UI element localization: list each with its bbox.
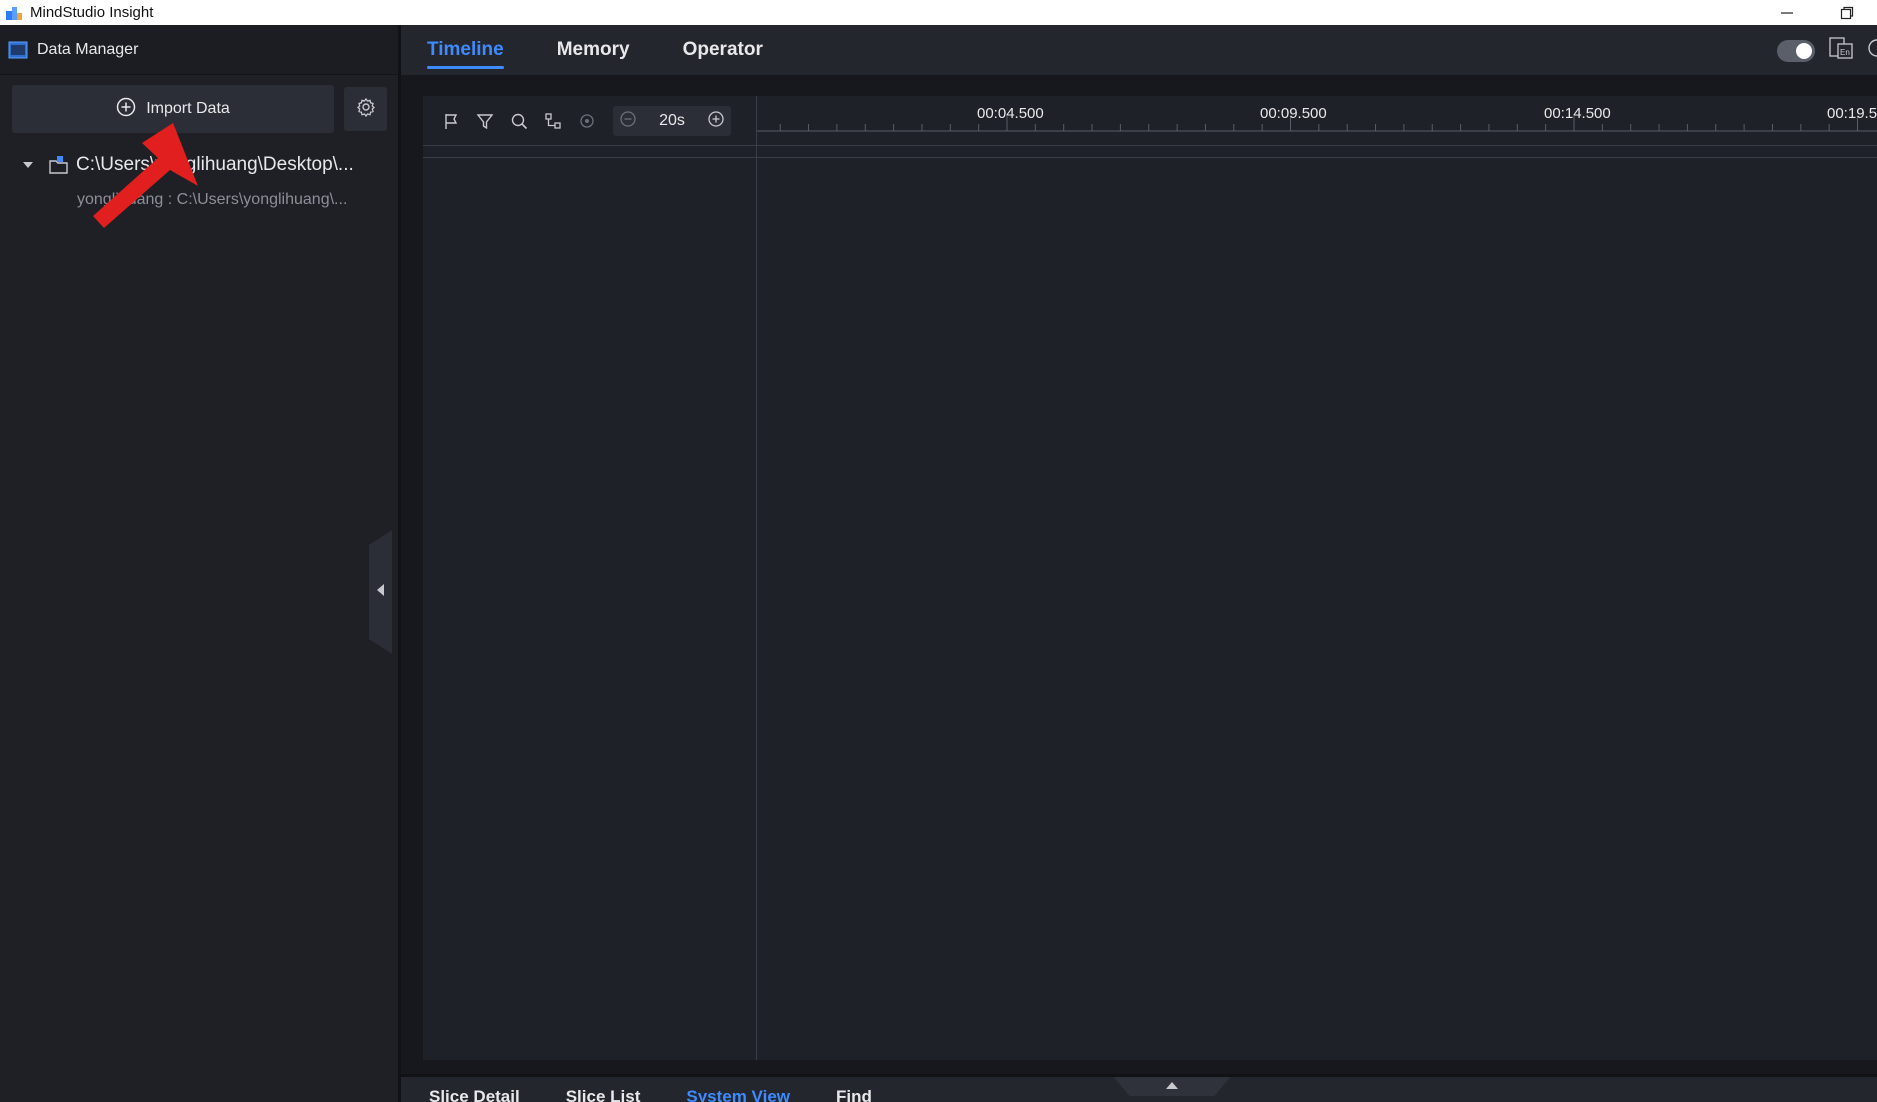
collapse-sidebar-handle[interactable] (369, 530, 392, 654)
zoom-in-icon[interactable] (707, 110, 725, 133)
data-manager-sidebar: Data Manager Import Data C:\Users\yongli… (0, 25, 401, 1102)
timeline-left-divider[interactable] (756, 96, 757, 1060)
timeline-panel: 20s 00:04.500 00:09.500 00:14.500 00:19.… (423, 96, 1877, 1060)
ruler-label: 00:04.500 (977, 105, 1044, 122)
tab-timeline[interactable]: Timeline (427, 25, 504, 75)
reset-icon[interactable] (575, 109, 599, 133)
search-icon[interactable] (507, 109, 531, 133)
tab-memory[interactable]: Memory (557, 25, 630, 75)
minimize-icon[interactable] (1757, 0, 1817, 25)
zoom-value: 20s (659, 112, 685, 129)
add-circle-icon (116, 97, 136, 122)
main-tabs: Timeline Memory Operator En (401, 25, 1877, 75)
tree-sub-item[interactable]: yonglihuang : C:\Users\yonglihuang\... (77, 191, 347, 209)
expand-bottom-handle[interactable] (1113, 1077, 1231, 1096)
folder-icon (48, 155, 70, 175)
tree-root-path: C:\Users\yonglihuang\Desktop\... (76, 154, 354, 175)
zoom-control: 20s (613, 106, 731, 136)
ruler-label: 00:14.500 (1544, 105, 1611, 122)
svg-text:En: En (1840, 48, 1850, 57)
tab-system-view[interactable]: System View (686, 1087, 790, 1102)
expand-up-icon (1164, 1077, 1180, 1095)
restore-icon[interactable] (1817, 0, 1877, 25)
tree-root-item[interactable]: C:\Users\yonglihuang\Desktop\... (22, 151, 354, 179)
data-manager-icon (8, 41, 28, 59)
tab-operator[interactable]: Operator (683, 25, 763, 75)
zoom-out-icon[interactable] (619, 110, 637, 133)
tab-find[interactable]: Find (836, 1087, 872, 1102)
window-title: MindStudio Insight (30, 4, 154, 21)
ruler-label: 00:09.500 (1260, 105, 1327, 122)
theme-toggle[interactable] (1777, 39, 1815, 62)
time-ruler[interactable]: 00:04.500 00:09.500 00:14.500 00:19.5 (757, 96, 1877, 146)
timeline-toolbar: 20s 00:04.500 00:09.500 00:14.500 00:19.… (423, 96, 1877, 146)
more-icon[interactable] (1867, 38, 1877, 63)
tab-slice-detail[interactable]: Slice Detail (429, 1087, 520, 1102)
gear-icon (356, 97, 376, 122)
tab-slice-list[interactable]: Slice List (566, 1087, 641, 1102)
sidebar-header: Data Manager (0, 25, 398, 75)
filter-icon[interactable] (473, 109, 497, 133)
language-icon[interactable]: En (1829, 37, 1853, 64)
main-area: Timeline Memory Operator En 20s 00:04.50… (401, 25, 1877, 1102)
flag-icon[interactable] (439, 109, 463, 133)
ruler-label: 00:19.5 (1827, 105, 1877, 122)
settings-button[interactable] (344, 87, 387, 131)
import-data-button[interactable]: Import Data (12, 85, 334, 133)
window-titlebar: MindStudio Insight (0, 0, 1877, 25)
bottom-panel-bar: Slice Detail Slice List System View Find (401, 1074, 1877, 1102)
collapse-left-icon (376, 583, 386, 602)
caret-down-icon[interactable] (22, 154, 34, 176)
timeline-row-divider (423, 157, 1877, 158)
sidebar-title: Data Manager (37, 40, 139, 58)
import-data-label: Import Data (146, 100, 230, 117)
link-icon[interactable] (541, 109, 565, 133)
app-logo-icon (4, 2, 26, 24)
